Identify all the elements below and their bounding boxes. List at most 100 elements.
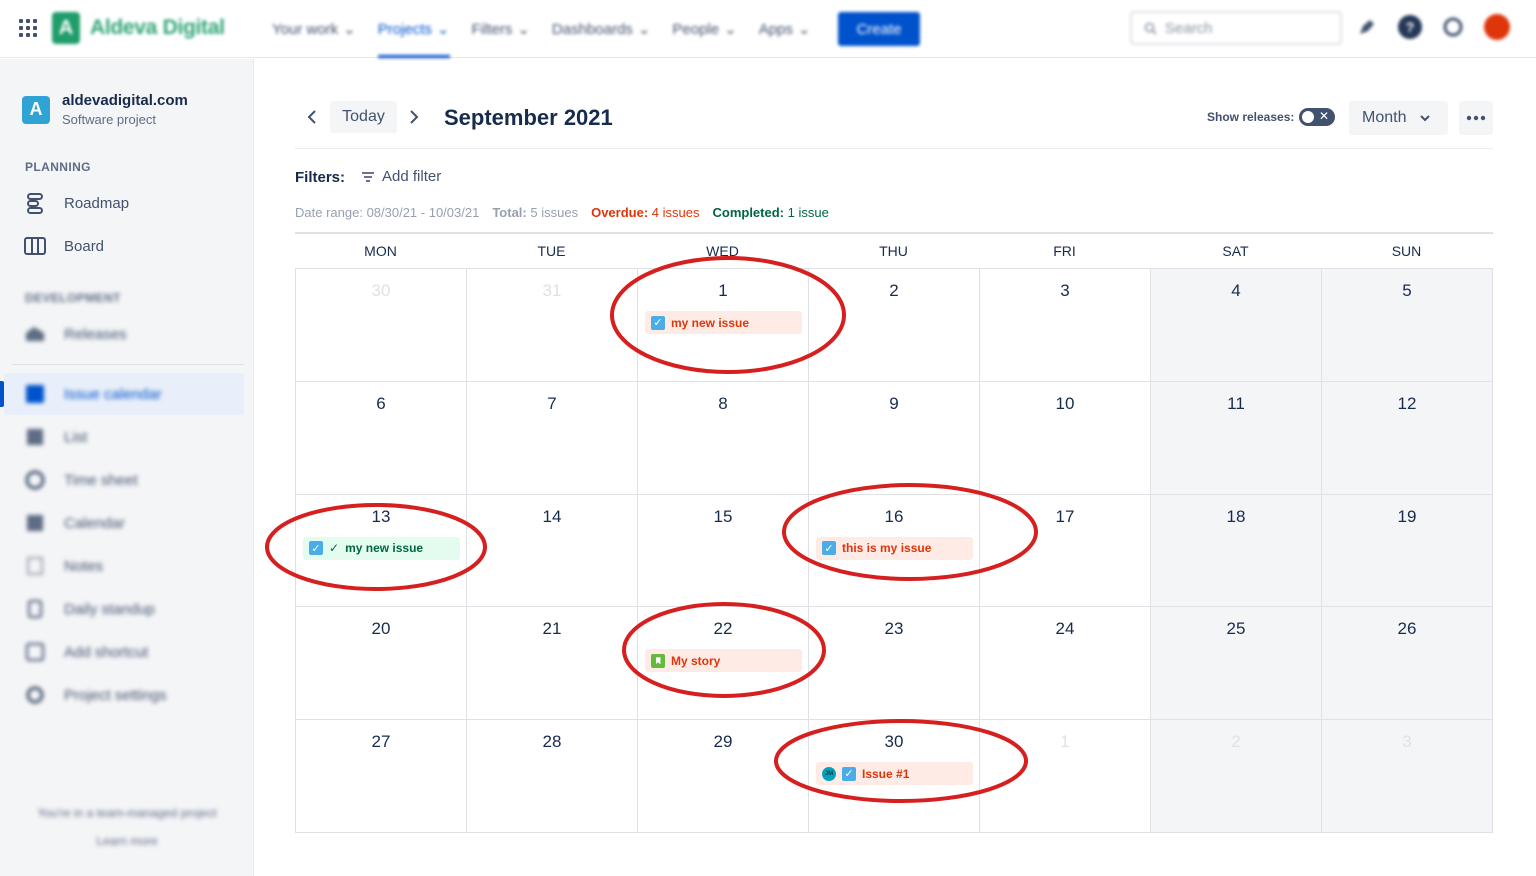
calendar-day-cell[interactable]: 6	[296, 381, 467, 495]
calendar-day-cell[interactable]: 10	[980, 381, 1151, 495]
calendar-day-cell[interactable]: 1 ✓ my new issue	[638, 269, 809, 382]
calendar-day-cell[interactable]: 7	[467, 381, 638, 495]
calendar-day-cell[interactable]: 12	[1322, 381, 1493, 495]
calendar-day-cell[interactable]: 28	[467, 720, 638, 833]
calendar-day-cell[interactable]: 5	[1322, 269, 1493, 382]
learn-more-link[interactable]: Learn more	[0, 834, 254, 848]
calendar-day-cell[interactable]: 2	[809, 269, 980, 382]
help-icon[interactable]: ?	[1398, 15, 1422, 39]
nav-your-work[interactable]: Your work ⌄	[272, 0, 356, 58]
add-shortcut-icon	[24, 641, 46, 663]
calendar-issue-card[interactable]: ✓ ✓ my new issue	[303, 536, 460, 560]
date-range-stat: Date range: 08/30/21 - 10/03/21	[295, 205, 479, 220]
calendar-day-cell[interactable]: 14	[467, 494, 638, 608]
total-value: 5 issues	[530, 205, 579, 220]
sidebar-item-issue-calendar[interactable]: Issue calendar	[0, 373, 244, 415]
create-button[interactable]: Create	[838, 12, 920, 46]
planning-section-label: PLANNING	[25, 160, 91, 174]
calendar-day-cell[interactable]: 21	[467, 607, 638, 721]
calendar-day-cell[interactable]: 31	[467, 269, 638, 382]
task-icon: ✓	[651, 315, 665, 330]
calendar-day-cell[interactable]: 1	[980, 720, 1151, 833]
sidebar-item-label: Add shortcut	[64, 643, 149, 661]
notifications-icon[interactable]	[1356, 16, 1378, 38]
today-button[interactable]: Today	[330, 101, 397, 133]
calendar-day-cell[interactable]: 18	[1151, 494, 1322, 608]
sidebar-divider	[12, 364, 244, 365]
calendar-day-cell[interactable]: 20	[296, 607, 467, 721]
nav-dashboards[interactable]: Dashboards ⌄	[552, 0, 650, 58]
prev-month-button[interactable]	[297, 101, 327, 133]
calendar-day-cell[interactable]: 27	[296, 720, 467, 833]
top-actions: ?	[1356, 14, 1510, 40]
calendar-day-cell[interactable]: 19	[1322, 494, 1493, 608]
show-releases-toggle[interactable]: ✕	[1299, 108, 1335, 126]
sidebar-item-roadmap[interactable]: Roadmap	[4, 182, 244, 224]
app-logo[interactable]: A Aldeva Digital	[52, 12, 225, 44]
view-select-button[interactable]: Month	[1349, 101, 1448, 135]
add-filter-button[interactable]: Add filter	[361, 168, 441, 185]
task-icon: ✓	[842, 766, 856, 781]
calendar-issue-card[interactable]: My story	[645, 649, 802, 673]
next-month-button[interactable]	[399, 101, 429, 133]
calendar-day-cell[interactable]: 30	[296, 269, 467, 382]
calendar-issue-card[interactable]: ✓ my new issue	[645, 311, 802, 334]
day-number: 1	[718, 281, 728, 300]
calendar-day-cell[interactable]: 26	[1322, 607, 1493, 721]
calendar-issue-card[interactable]: JM ✓ Issue #1	[816, 762, 973, 786]
total-stat: Total: 5 issues	[492, 205, 578, 220]
calendar-day-cell[interactable]: 4	[1151, 269, 1322, 382]
sidebar-item-label: Time sheet	[64, 471, 138, 489]
sidebar-item-calendar[interactable]: Calendar	[4, 502, 244, 544]
calendar-day-cell[interactable]: 17	[980, 494, 1151, 608]
nav-apps[interactable]: Apps ⌄	[759, 0, 811, 58]
sidebar-item-list[interactable]: List	[4, 416, 244, 458]
profile-avatar[interactable]	[1484, 14, 1510, 40]
sidebar-item-project-settings[interactable]: Project settings	[4, 674, 244, 716]
calendar-day-cell[interactable]: 29	[638, 720, 809, 833]
calendar-day-cell[interactable]: 8	[638, 381, 809, 495]
calendar-day-cell[interactable]: 25	[1151, 607, 1322, 721]
assignee-avatar: JM	[822, 766, 836, 781]
apps-grid-icon[interactable]	[19, 19, 37, 37]
day-number: 28	[542, 732, 562, 752]
calendar-issue-card[interactable]: ✓ this is my issue	[816, 536, 973, 560]
calendar-day-cell[interactable]: 23	[809, 607, 980, 721]
calendar-day-cell[interactable]: 30 JM ✓ Issue #1	[809, 720, 980, 833]
sidebar-item-daily-standup[interactable]: Daily standup	[4, 588, 244, 630]
overdue-stat[interactable]: Overdue: 4 issues	[591, 205, 699, 220]
project-avatar: A	[22, 95, 50, 124]
nav-projects[interactable]: Projects ⌄	[377, 0, 450, 58]
sidebar-item-releases[interactable]: Releases	[4, 313, 244, 355]
calendar-day-cell[interactable]: 22 My story	[638, 607, 809, 721]
project-header[interactable]: A aldevadigital.com Software project	[22, 92, 188, 127]
sidebar-item-board[interactable]: Board	[4, 225, 244, 267]
calendar-day-cell[interactable]: 2	[1151, 720, 1322, 833]
calendar-day-cell[interactable]: 13 ✓ ✓ my new issue	[296, 494, 467, 608]
weekday-label: THU	[879, 243, 908, 259]
calendar-day-cell[interactable]: 16 ✓ this is my issue	[809, 494, 980, 608]
sidebar-item-notes[interactable]: Notes	[4, 545, 244, 587]
day-number: 14	[542, 506, 562, 526]
day-number: 21	[542, 619, 562, 639]
calendar-day-cell[interactable]: 3	[1322, 720, 1493, 833]
calendar-day-cell[interactable]: 15	[638, 494, 809, 608]
more-actions-button[interactable]	[1459, 101, 1493, 135]
chevron-right-icon	[410, 110, 419, 124]
calendar-day-cell[interactable]: 24	[980, 607, 1151, 721]
settings-icon[interactable]	[1442, 16, 1464, 38]
calendar-day-cell[interactable]: 9	[809, 381, 980, 495]
overdue-value: 4 issues	[651, 205, 700, 220]
calendar-day-cell[interactable]: 11	[1151, 381, 1322, 495]
task-icon: ✓	[309, 541, 323, 556]
completed-stat[interactable]: Completed: 1 issue	[712, 205, 828, 220]
date-range-label: Date range:	[295, 205, 363, 220]
total-label: Total:	[492, 205, 527, 220]
nav-people[interactable]: People ⌄	[672, 0, 736, 58]
sidebar-item-time-sheet[interactable]: Time sheet	[4, 459, 244, 501]
search-input[interactable]: Search	[1130, 11, 1342, 45]
sidebar-item-add-shortcut[interactable]: Add shortcut	[4, 631, 244, 673]
calendar-day-cell[interactable]: 3	[980, 269, 1151, 382]
task-icon: ✓	[822, 541, 836, 556]
nav-filters[interactable]: Filters ⌄	[472, 0, 530, 58]
